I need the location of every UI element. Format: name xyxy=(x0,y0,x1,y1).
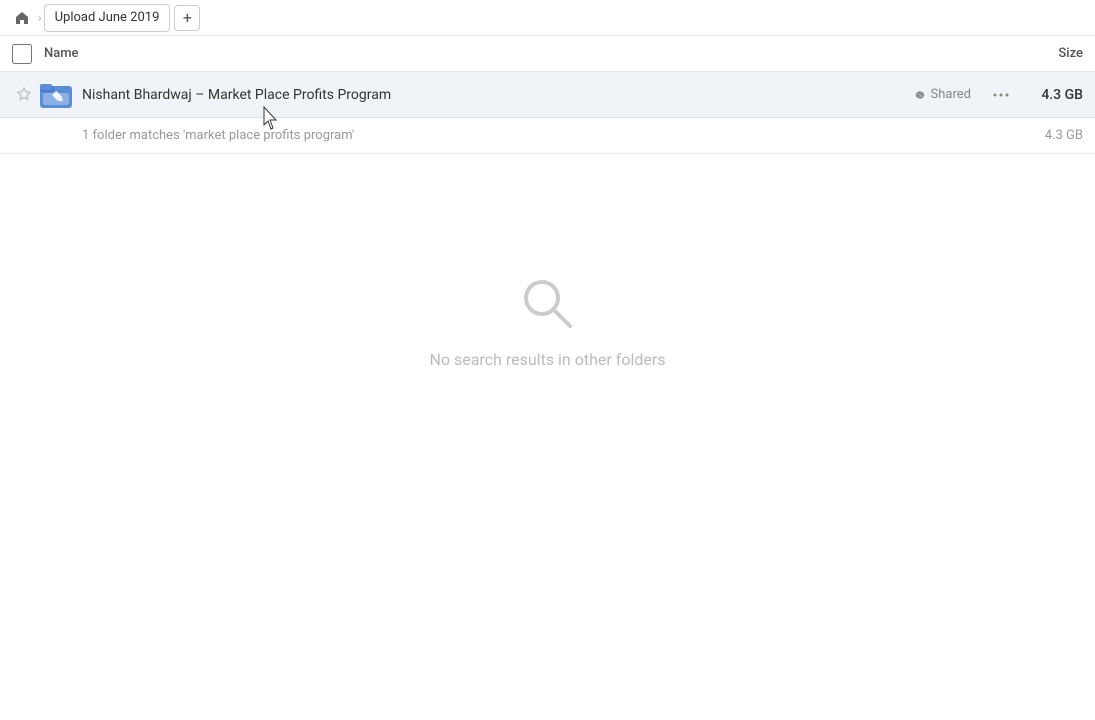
match-size: 4.3 GB xyxy=(1045,128,1083,143)
add-tab-icon: + xyxy=(183,8,192,27)
home-button[interactable] xyxy=(8,4,36,32)
no-results-text: No search results in other folders xyxy=(429,350,665,369)
match-count-row: 1 folder matches 'market place profits p… xyxy=(0,118,1095,154)
star-button[interactable] xyxy=(12,83,36,107)
table-row[interactable]: Nishant Bhardwaj – Market Place Profits … xyxy=(0,72,1095,118)
breadcrumb-tab-label: Upload June 2019 xyxy=(55,10,160,25)
size-column-header: Size xyxy=(1003,46,1083,61)
file-size: 4.3 GB xyxy=(1023,87,1083,103)
shared-badge: Shared xyxy=(913,87,971,102)
empty-state: No search results in other folders xyxy=(0,154,1095,369)
more-options-button[interactable] xyxy=(987,81,1015,109)
file-name: Nishant Bhardwaj – Market Place Profits … xyxy=(82,87,913,103)
link-icon xyxy=(913,88,927,102)
name-column-header: Name xyxy=(44,46,1003,61)
add-tab-button[interactable]: + xyxy=(174,5,200,31)
match-count-text: 1 folder matches 'market place profits p… xyxy=(82,128,354,143)
no-results-search-icon xyxy=(518,274,578,334)
shared-label: Shared xyxy=(931,87,971,102)
breadcrumb-separator: › xyxy=(38,11,42,25)
column-header: Name Size xyxy=(0,36,1095,72)
select-all-checkbox[interactable] xyxy=(12,44,32,64)
folder-icon xyxy=(40,79,72,111)
top-bar: › Upload June 2019 + xyxy=(0,0,1095,36)
breadcrumb-tab[interactable]: Upload June 2019 xyxy=(44,4,171,32)
